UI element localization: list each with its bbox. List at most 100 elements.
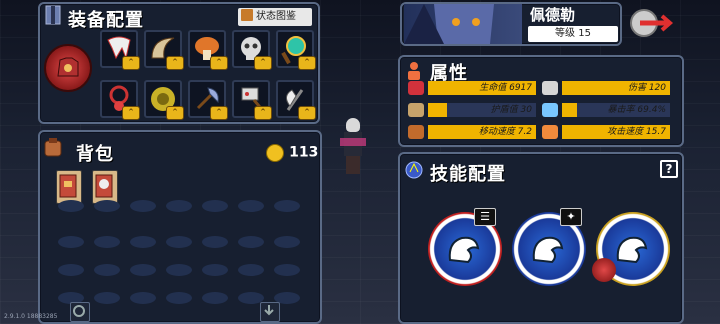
- backpack-icon: [42, 136, 64, 158]
- equipment-slot-8[interactable]: ⌃: [188, 80, 228, 120]
- upgrade-arrow-icon: ⌃: [298, 106, 316, 120]
- exit-button[interactable]: [630, 4, 674, 42]
- coin-count: 113: [289, 144, 319, 161]
- empty-bag-slot[interactable]: [94, 292, 120, 304]
- stat-label: 暴击率 69.4%: [607, 105, 666, 115]
- skill-type-icon: ☰: [480, 210, 490, 223]
- gauntlet-badge-icon: [592, 258, 616, 282]
- stat-label: 移动速度 7.2: [478, 127, 532, 137]
- shield-icon: [408, 103, 424, 117]
- equipment-slot-7[interactable]: ⌃: [144, 80, 184, 120]
- empty-bag-slot[interactable]: [238, 264, 264, 276]
- upgrade-arrow-icon: ⌃: [254, 106, 272, 120]
- empty-bag-slot[interactable]: [166, 264, 192, 276]
- hero-card: 佩德勒 等级 15: [400, 2, 622, 46]
- download-icon: [264, 305, 274, 316]
- stat-label: 护盾值 30: [490, 105, 532, 115]
- stat-label: 伤害 120: [627, 83, 666, 93]
- left-stat-2: 护盾值 30: [428, 103, 536, 117]
- equipment-slot-6[interactable]: ⌃: [100, 80, 140, 120]
- upgrade-arrow-icon: ⌃: [122, 106, 140, 120]
- hero-portrait: [404, 4, 522, 44]
- empty-bag-slot[interactable]: [274, 200, 300, 212]
- help-button[interactable]: ?: [660, 160, 678, 178]
- upgrade-arrow-icon: ⌃: [166, 56, 184, 70]
- chest-icon: [59, 174, 77, 198]
- skills-title: 技能配置: [430, 164, 506, 185]
- empty-bag-slot[interactable]: [58, 236, 84, 248]
- fire-icon: [542, 125, 558, 139]
- boot-icon: [408, 125, 424, 139]
- empty-bag-slot[interactable]: [202, 292, 228, 304]
- empty-bag-slot[interactable]: [58, 264, 84, 276]
- empty-bag-slot[interactable]: [130, 200, 156, 212]
- upgrade-arrow-icon: ⌃: [210, 56, 228, 70]
- stat-label: 攻击速度 15.7: [607, 127, 666, 137]
- empty-bag-slot[interactable]: [58, 200, 84, 212]
- gauntlet-icon: [57, 57, 79, 77]
- empty-bag-slot[interactable]: [238, 200, 264, 212]
- skill-tag-1: ☰: [474, 208, 496, 226]
- stat-fill: [428, 103, 448, 117]
- heart-icon: [408, 81, 424, 95]
- attributes-panel: 属性 生命值 6917 护盾值 30 移动速度 7.2 伤害 120 暴击率 69.4…: [398, 55, 684, 147]
- armor-icon: [42, 4, 64, 26]
- equipment-slot-5[interactable]: ⌃: [276, 30, 316, 70]
- skull-chest-icon: [95, 174, 113, 198]
- sword-icon: [542, 81, 558, 95]
- upgrade-arrow-icon: ⌃: [122, 56, 140, 70]
- sort-button[interactable]: [70, 302, 90, 322]
- empty-bag-slot[interactable]: [130, 236, 156, 248]
- equipment-slot-3[interactable]: ⌃: [188, 30, 228, 70]
- empty-bag-slot[interactable]: [274, 264, 300, 276]
- empty-bag-slot[interactable]: [202, 264, 228, 276]
- equipment-title: 装备配置: [68, 10, 144, 31]
- coin-counter: 113: [266, 142, 319, 162]
- stat-fill: [562, 103, 578, 117]
- empty-bag-slot[interactable]: [94, 264, 120, 276]
- empty-bag-slot[interactable]: [130, 292, 156, 304]
- hero-level: 等级 15: [528, 26, 618, 42]
- empty-bag-slot[interactable]: [94, 200, 120, 212]
- skill-tag-2: ✦: [560, 208, 582, 226]
- empty-bag-slot[interactable]: [238, 236, 264, 248]
- equipped-weapon-slot[interactable]: [44, 44, 92, 92]
- exit-arrow-icon: [630, 9, 674, 37]
- skill-type-icon: ✦: [566, 210, 576, 223]
- left-stat-3: 移动速度 7.2: [428, 125, 536, 139]
- empty-bag-slot[interactable]: [202, 200, 228, 212]
- left-stat-1: 生命值 6917: [428, 81, 536, 95]
- equipment-slot-4[interactable]: ⌃: [232, 30, 272, 70]
- empty-bag-slot[interactable]: [94, 236, 120, 248]
- equipment-slot-9[interactable]: ⌃: [232, 80, 272, 120]
- empty-bag-slot[interactable]: [166, 292, 192, 304]
- equipment-slot-1[interactable]: ⌃: [100, 30, 140, 70]
- empty-bag-slot[interactable]: [166, 200, 192, 212]
- equipment-panel: 装备配置 状态图鉴 ⌃ ⌃ ⌃ ⌃ ⌃ ⌃ ⌃ ⌃ ⌃ ⌃: [38, 2, 320, 124]
- version-text: 2.9.1.0 18883285: [4, 313, 58, 320]
- empty-bag-slot[interactable]: [130, 264, 156, 276]
- status-catalog-button[interactable]: 状态图鉴: [238, 8, 312, 26]
- body-icon: [404, 61, 424, 81]
- refresh-icon: [73, 305, 85, 317]
- bag-item-1[interactable]: [56, 170, 82, 204]
- empty-bag-slot[interactable]: [166, 236, 192, 248]
- skills-panel: 技能配置 ? ☰ ✦: [398, 152, 684, 324]
- upgrade-arrow-icon: ⌃: [210, 106, 228, 120]
- discard-button[interactable]: [260, 302, 280, 322]
- right-stat-2: 暴击率 69.4%: [562, 103, 670, 117]
- upgrade-arrow-icon: ⌃: [298, 56, 316, 70]
- empty-bag-slot[interactable]: [202, 236, 228, 248]
- skill-orb-icon: [404, 160, 424, 180]
- player-character: [340, 118, 366, 174]
- stat-label: 生命值 6917: [479, 83, 532, 93]
- right-stat-1: 伤害 120: [562, 81, 670, 95]
- upgrade-arrow-icon: ⌃: [254, 56, 272, 70]
- bag-item-2[interactable]: [92, 170, 118, 204]
- equipment-slot-2[interactable]: ⌃: [144, 30, 184, 70]
- hero-name: 佩德勒: [530, 6, 576, 24]
- eye-icon: [542, 103, 558, 117]
- equipment-slot-10[interactable]: ⌃: [276, 80, 316, 120]
- book-icon: [241, 9, 253, 21]
- empty-bag-slot[interactable]: [274, 236, 300, 248]
